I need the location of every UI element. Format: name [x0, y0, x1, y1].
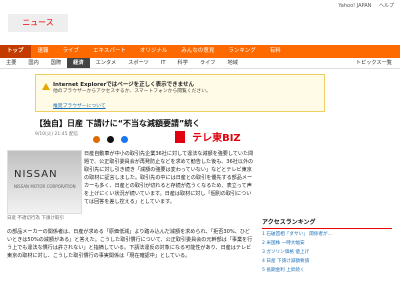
- nav-ranking[interactable]: ランキング: [221, 45, 262, 58]
- tab-sports[interactable]: スポーツ: [122, 58, 155, 68]
- tab-life[interactable]: ライフ: [194, 58, 222, 68]
- tab-main[interactable]: 主要: [0, 58, 22, 68]
- topics-list-link[interactable]: トピックス一覧: [356, 58, 392, 68]
- article-area: Internet Explorerではページを正しく表示できません 他のブラウザ…: [35, 74, 325, 144]
- recommended-browser-link[interactable]: 推奨ブラウザーについて: [53, 102, 106, 109]
- warning-icon: [42, 83, 50, 90]
- article-body-continued: の部品メーカーの関係者は、日産が求める「原価低減」より踏み込んだ減額を求められ、…: [7, 229, 253, 259]
- nav-breaking[interactable]: 速報: [31, 45, 56, 58]
- warning-title: Internet Explorerではページを正しく表示できません: [53, 82, 195, 88]
- tab-science[interactable]: 科学: [172, 58, 194, 68]
- photo-sign-subtext: NISSAN MOTOR CORPORATION: [14, 184, 76, 189]
- photo-caption: 日産 不適切行為 下請け取引: [7, 216, 64, 221]
- ranking-item[interactable]: 2 米国株 一時大幅安: [262, 241, 392, 247]
- article-photo[interactable]: NISSAN NISSAN MOTOR CORPORATION: [7, 150, 82, 214]
- top-bar: Yahoo! JAPAN ヘルプ: [0, 0, 400, 11]
- article-body: 日産自動車が中小の取引先企業36社に対して違法な減額を強要していた問題で、公正取…: [84, 151, 254, 205]
- ranking-item[interactable]: 5 長期金利 上昇続く: [262, 268, 392, 274]
- top-links: Yahoo! JAPAN ヘルプ: [332, 2, 394, 9]
- ranking-item[interactable]: 3 ガソリン価格 値上げ: [262, 250, 392, 256]
- comment-icon[interactable]: [93, 136, 100, 143]
- main-nav: トップ 速報 ライブ エキスパート オリジナル みんなの意見 ランキング 有料: [0, 45, 400, 58]
- ranking-item[interactable]: 4 日産 下請け減額要請: [262, 259, 392, 265]
- brand-name: テレ東BIZ: [192, 133, 241, 144]
- site-logo[interactable]: ニュース: [8, 14, 68, 32]
- ranking-item[interactable]: 1 石破首相「ダサい」 関係者が…: [262, 232, 392, 238]
- nav-live[interactable]: ライブ: [56, 45, 87, 58]
- logo-text: ニュース: [22, 18, 54, 27]
- share-buttons: [93, 129, 130, 148]
- tab-entertainment[interactable]: エンタメ: [90, 58, 123, 68]
- nav-paid[interactable]: 有料: [263, 45, 288, 58]
- article-meta: 9/10(火) 21:45 配信: [35, 132, 78, 137]
- nav-opinions[interactable]: みんなの意見: [174, 45, 221, 58]
- category-nav: 主要 国内 国際 経済 エンタメ スポーツ IT 科学 ライフ 地域 トピックス…: [0, 58, 400, 69]
- ranking-title: アクセスランキング: [262, 217, 392, 229]
- nav-top[interactable]: トップ: [0, 45, 31, 58]
- facebook-share-icon[interactable]: [121, 136, 129, 143]
- help-link[interactable]: ヘルプ: [379, 3, 394, 9]
- brand-mark-icon: [175, 130, 185, 143]
- yahoo-link[interactable]: Yahoo! JAPAN: [338, 3, 371, 9]
- x-share-icon[interactable]: [107, 136, 115, 143]
- brand-logo: テレ東BIZ: [175, 126, 241, 145]
- tab-international[interactable]: 国際: [45, 58, 67, 68]
- tab-it[interactable]: IT: [155, 58, 172, 68]
- photo-sign-text: NISSAN: [14, 169, 58, 180]
- access-ranking: アクセスランキング 1 石破首相「ダサい」 関係者が… 2 米国株 一時大幅安 …: [262, 217, 392, 274]
- tab-domestic[interactable]: 国内: [22, 58, 44, 68]
- nav-original[interactable]: オリジナル: [133, 45, 175, 58]
- warning-body: 他のブラウザーからアクセスするか、スマートフォンから閲覧ください。: [53, 89, 211, 94]
- browser-warning: Internet Explorerではページを正しく表示できません 他のブラウザ…: [35, 74, 325, 112]
- tab-region[interactable]: 地域: [222, 58, 244, 68]
- nav-expert[interactable]: エキスパート: [86, 45, 133, 58]
- tab-economy[interactable]: 経済: [67, 58, 90, 68]
